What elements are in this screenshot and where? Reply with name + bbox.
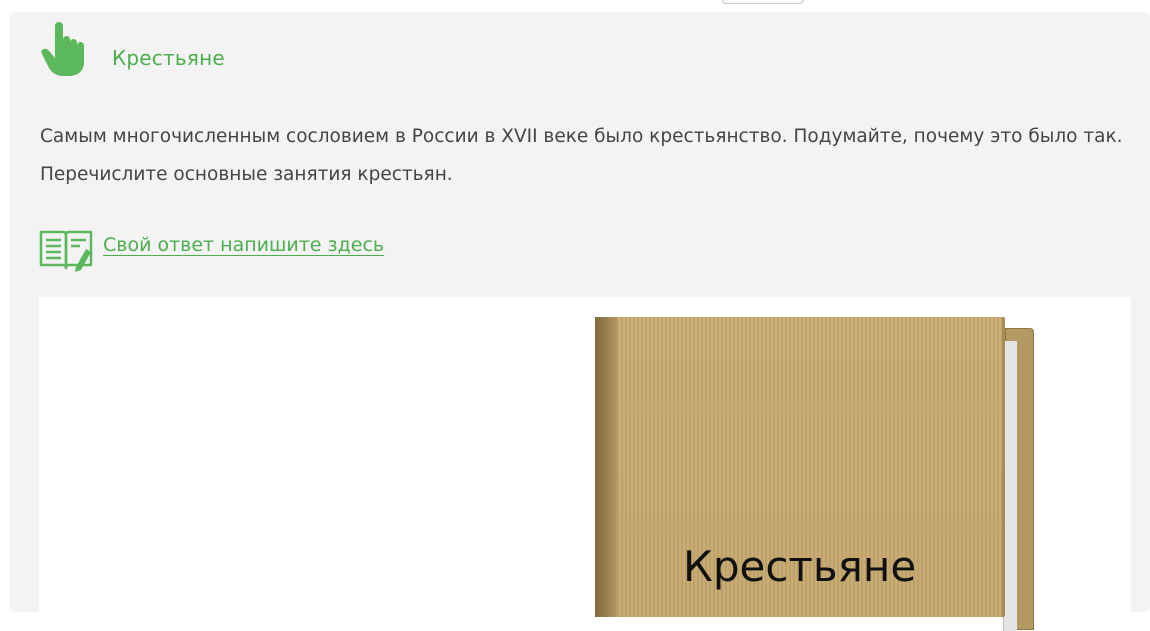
card-title: Крестьяне [112, 46, 225, 70]
question-text: Самым многочисленным сословием в России … [40, 126, 1123, 185]
folder-spine [595, 317, 617, 617]
task-card: Крестьяне Самым многочисленным сословием… [10, 12, 1150, 631]
book-pencil-icon [39, 230, 93, 272]
folder-front-cover: Крестьяне [595, 317, 1005, 617]
pointing-hand-icon [41, 22, 84, 76]
folder-page-edge [1003, 341, 1017, 631]
illustration-area: Крестьяне [39, 297, 1131, 631]
folder-label: Крестьяне [683, 542, 917, 591]
folder-illustration: Крестьяне [595, 297, 1035, 631]
top-tab[interactable] [722, 0, 804, 4]
write-answer-link[interactable]: Свой ответ напишите здесь [103, 234, 384, 256]
